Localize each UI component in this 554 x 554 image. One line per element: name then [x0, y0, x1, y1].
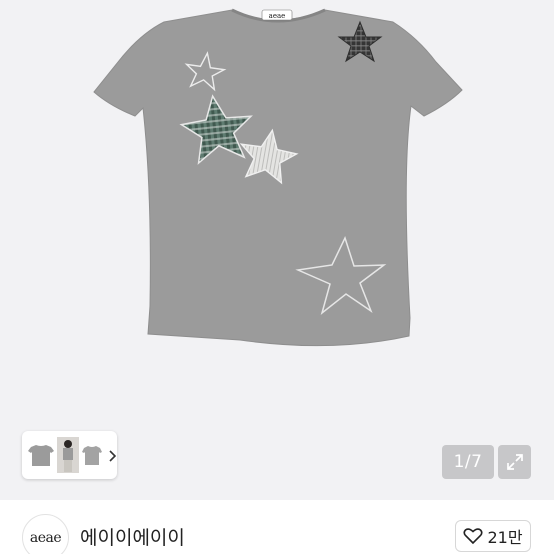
- expand-icon: [506, 454, 523, 470]
- seller-name[interactable]: 에이이에이이: [80, 523, 185, 550]
- heart-icon: [463, 528, 483, 545]
- svg-text:aeae: aeae: [269, 12, 286, 20]
- thumbnail-tshirt-back[interactable]: [81, 437, 103, 473]
- thumbnail-tshirt[interactable]: [27, 437, 55, 473]
- like-count: 21만: [487, 528, 523, 547]
- seller-avatar[interactable]: aeae: [22, 514, 69, 554]
- thumbnail-strip[interactable]: [22, 431, 117, 479]
- expand-button[interactable]: [498, 445, 531, 479]
- thumbnail-model-photo[interactable]: [57, 437, 79, 473]
- avatar-text: aeae: [29, 529, 62, 546]
- product-image[interactable]: aeae: [0, 0, 554, 500]
- like-button[interactable]: 21만: [455, 520, 531, 552]
- chevron-right-icon[interactable]: [105, 448, 119, 462]
- image-counter: 1/7: [442, 445, 494, 479]
